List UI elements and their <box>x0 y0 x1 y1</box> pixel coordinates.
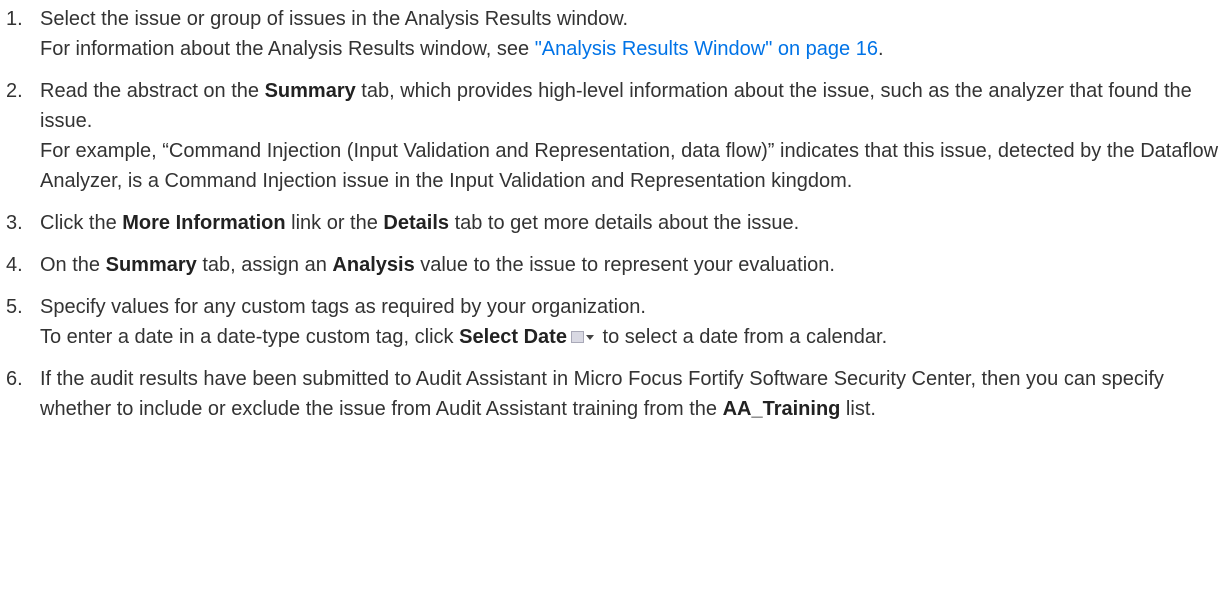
step-text: Select the issue or group of issues in t… <box>40 8 629 30</box>
ui-term-details: Details <box>383 212 450 234</box>
step-1: 1. Select the issue or group of issues i… <box>6 4 1229 64</box>
step-text: Read the abstract on the Summary tab, wh… <box>40 80 1192 132</box>
ui-term-summary: Summary <box>105 254 197 276</box>
step-note: For example, “Command Injection (Input V… <box>40 140 1219 192</box>
step-number: 3. <box>6 212 23 234</box>
ui-term-summary: Summary <box>264 80 356 102</box>
step-3: 3. Click the More Information link or th… <box>6 208 1229 238</box>
step-number: 1. <box>6 8 23 30</box>
ui-term-more-information: More Information <box>122 212 286 234</box>
procedure-steps: 1. Select the issue or group of issues i… <box>6 4 1229 424</box>
step-text: On the Summary tab, assign an Analysis v… <box>40 254 835 276</box>
ui-term-select-date: Select Date <box>459 326 567 348</box>
ui-term-aa-training: AA_Training <box>722 398 841 420</box>
step-4: 4. On the Summary tab, assign an Analysi… <box>6 250 1229 280</box>
ui-term-analysis: Analysis <box>332 254 415 276</box>
step-2: 2. Read the abstract on the Summary tab,… <box>6 76 1229 196</box>
step-6: 6. If the audit results have been submit… <box>6 364 1229 424</box>
step-text: If the audit results have been submitted… <box>40 368 1164 420</box>
step-note: For information about the Analysis Resul… <box>40 38 884 60</box>
step-number: 2. <box>6 80 23 102</box>
step-number: 6. <box>6 368 23 390</box>
step-text: Specify values for any custom tags as re… <box>40 296 646 318</box>
step-number: 4. <box>6 254 23 276</box>
analysis-results-window-link[interactable]: "Analysis Results Window" on page 16 <box>535 38 878 60</box>
step-number: 5. <box>6 296 23 318</box>
step-text: Click the More Information link or the D… <box>40 212 800 234</box>
calendar-dropdown-icon <box>569 329 595 347</box>
step-note: To enter a date in a date-type custom ta… <box>40 326 888 348</box>
step-5: 5. Specify values for any custom tags as… <box>6 292 1229 352</box>
document-body: 1. Select the issue or group of issues i… <box>0 0 1229 424</box>
